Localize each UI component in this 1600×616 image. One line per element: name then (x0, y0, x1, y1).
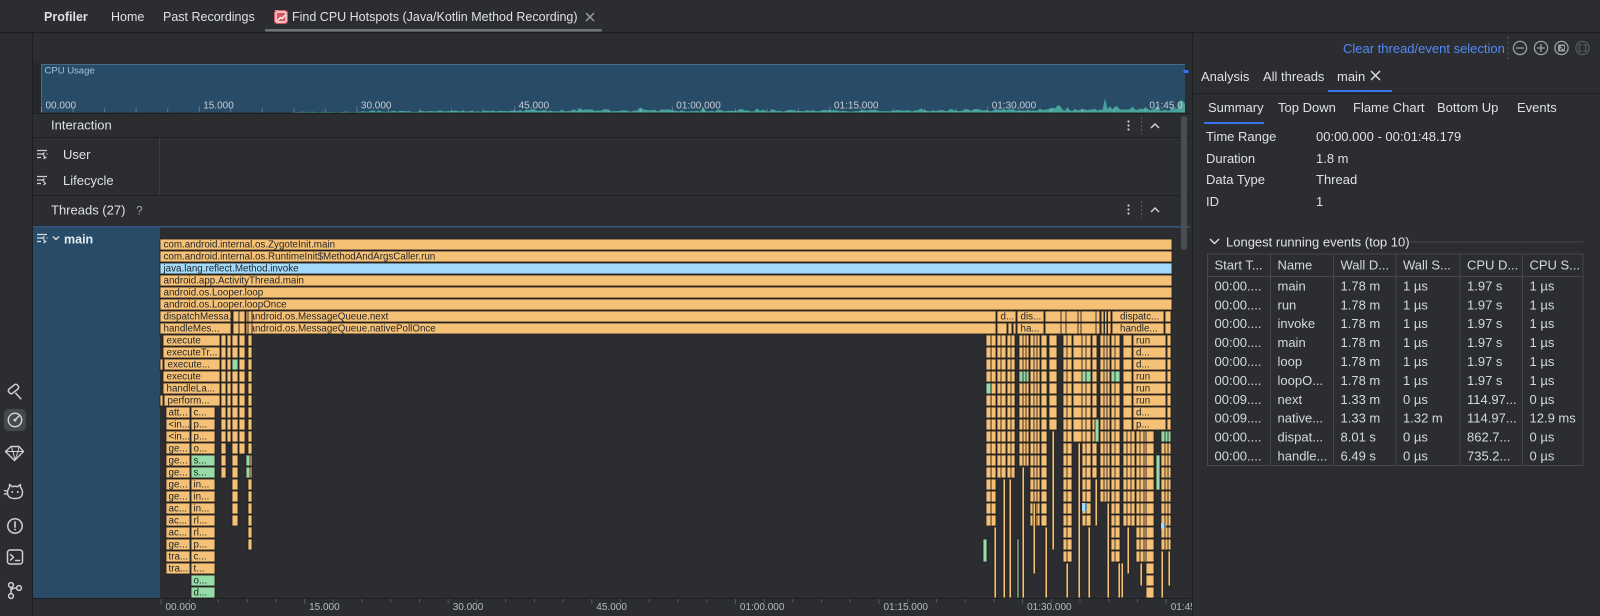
svg-text:1.78 m: 1.78 m (1341, 297, 1381, 312)
svg-text:1 µs: 1 µs (1530, 316, 1555, 331)
svg-text:00:09....: 00:09.... (1215, 392, 1262, 407)
svg-text:loopO...: loopO... (1278, 373, 1324, 388)
svg-text:00:00....: 00:00.... (1215, 316, 1262, 331)
svg-text:00:00....: 00:00.... (1215, 449, 1262, 464)
svg-text:1.33 m: 1.33 m (1341, 392, 1381, 407)
svg-text:1.78 m: 1.78 m (1341, 278, 1381, 293)
svg-text:1 µs: 1 µs (1403, 278, 1428, 293)
svg-text:8.01 s: 8.01 s (1341, 430, 1377, 445)
svg-text:1 µs: 1 µs (1403, 354, 1428, 369)
svg-text:1 µs: 1 µs (1530, 297, 1555, 312)
svg-text:00:00....: 00:00.... (1215, 297, 1262, 312)
svg-text:1.78 m: 1.78 m (1341, 316, 1381, 331)
svg-text:1.97 s: 1.97 s (1467, 354, 1503, 369)
svg-text:1.78 m: 1.78 m (1341, 335, 1381, 350)
svg-text:1 µs: 1 µs (1403, 316, 1428, 331)
svg-text:1.78 m: 1.78 m (1341, 354, 1381, 369)
svg-text:1.97 s: 1.97 s (1467, 373, 1503, 388)
svg-text:Wall S...: Wall S... (1403, 258, 1451, 273)
svg-text:Name: Name (1278, 258, 1313, 273)
svg-text:1 µs: 1 µs (1530, 278, 1555, 293)
svg-text:0 µs: 0 µs (1403, 449, 1428, 464)
svg-text:1 µs: 1 µs (1530, 335, 1555, 350)
svg-text:Longest running events (top 10: Longest running events (top 10) (1226, 235, 1410, 250)
svg-text:00:00....: 00:00.... (1215, 373, 1262, 388)
svg-text:handle...: handle... (1278, 449, 1328, 464)
svg-text:114.97...: 114.97... (1467, 411, 1517, 426)
svg-text:735.2...: 735.2... (1467, 449, 1510, 464)
svg-text:1.33 m: 1.33 m (1341, 411, 1381, 426)
svg-text:invoke: invoke (1278, 316, 1316, 331)
svg-text:1.78 m: 1.78 m (1341, 373, 1381, 388)
svg-text:114.97...: 114.97... (1467, 392, 1517, 407)
svg-text:0 µs: 0 µs (1403, 392, 1428, 407)
svg-text:0 µs: 0 µs (1530, 449, 1555, 464)
svg-text:1 µs: 1 µs (1530, 354, 1555, 369)
svg-text:1 µs: 1 µs (1530, 373, 1555, 388)
svg-text:00:00....: 00:00.... (1215, 335, 1262, 350)
svg-text:1.97 s: 1.97 s (1467, 335, 1503, 350)
svg-text:1 µs: 1 µs (1403, 297, 1428, 312)
svg-text:Start T...: Start T... (1215, 258, 1263, 273)
svg-text:1 µs: 1 µs (1403, 373, 1428, 388)
svg-text:00:00....: 00:00.... (1215, 278, 1262, 293)
svg-text:loop: loop (1278, 354, 1303, 369)
svg-text:12.9 ms: 12.9 ms (1530, 411, 1577, 426)
svg-text:Wall D...: Wall D... (1341, 258, 1390, 273)
svg-text:0 µs: 0 µs (1403, 430, 1428, 445)
svg-text:862.7...: 862.7... (1467, 430, 1510, 445)
svg-text:0 µs: 0 µs (1530, 392, 1555, 407)
svg-text:1.97 s: 1.97 s (1467, 278, 1503, 293)
svg-text:1.97 s: 1.97 s (1467, 297, 1503, 312)
svg-text:CPU S...: CPU S... (1530, 258, 1581, 273)
svg-text:1.32 m: 1.32 m (1403, 411, 1443, 426)
svg-text:00:09....: 00:09.... (1215, 411, 1262, 426)
svg-text:6.49 s: 6.49 s (1341, 449, 1377, 464)
svg-text:dispat...: dispat... (1278, 430, 1324, 445)
svg-text:1 µs: 1 µs (1403, 335, 1428, 350)
svg-text:CPU D...: CPU D... (1467, 258, 1518, 273)
svg-text:00:00....: 00:00.... (1215, 354, 1262, 369)
svg-text:native...: native... (1278, 411, 1324, 426)
svg-text:main: main (1278, 335, 1306, 350)
svg-text:1.97 s: 1.97 s (1467, 316, 1503, 331)
svg-text:main: main (1278, 278, 1306, 293)
svg-text:run: run (1278, 297, 1297, 312)
svg-text:0 µs: 0 µs (1530, 430, 1555, 445)
svg-text:00:00....: 00:00.... (1215, 430, 1262, 445)
svg-text:next: next (1278, 392, 1303, 407)
